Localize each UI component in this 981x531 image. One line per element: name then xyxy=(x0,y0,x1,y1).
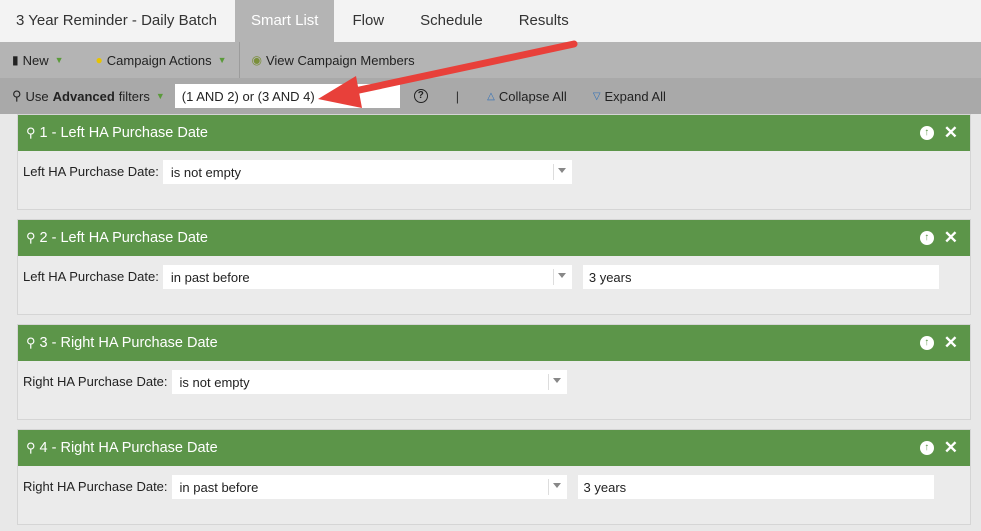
filter-title: 1 - Left HA Purchase Date xyxy=(39,125,208,141)
collapse-label: Collapse All xyxy=(498,88,567,104)
wrench-icon: ⚲ xyxy=(26,335,36,350)
filter-body: Right HA Purchase Date: in past before 3… xyxy=(18,466,970,524)
filter-field-label: Left HA Purchase Date: xyxy=(23,269,159,284)
expand-icon: ▽ xyxy=(592,90,601,102)
move-up-icon[interactable]: ↑ xyxy=(919,441,934,455)
filter-title: 4 - Right HA Purchase Date xyxy=(39,440,218,456)
filter-body: Right HA Purchase Date: is not empty xyxy=(18,361,970,419)
filter-value-input[interactable]: 3 years xyxy=(577,475,934,499)
tab-label: Flow xyxy=(352,12,385,29)
select-divider xyxy=(552,164,554,180)
select-divider xyxy=(547,479,549,495)
filter-field-label: Right HA Purchase Date: xyxy=(23,479,168,494)
chevron-down-icon xyxy=(552,483,561,488)
new-label: New xyxy=(22,52,49,68)
filter-title: 2 - Left HA Purchase Date xyxy=(39,230,208,246)
wrench-icon: ⚲ xyxy=(12,88,22,103)
tab-label: 3 Year Reminder - Daily Batch xyxy=(16,12,217,29)
tab-label: Smart List xyxy=(250,12,319,29)
tab-label: Schedule xyxy=(420,12,483,29)
close-icon[interactable]: ✕ xyxy=(944,439,958,456)
advanced-filters-toggle[interactable]: ⚲ Use Advanced filters ▼ xyxy=(12,88,165,104)
campaign-actions-label: Campaign Actions xyxy=(106,52,212,68)
filter-field-label: Left HA Purchase Date: xyxy=(23,164,159,179)
tab-bar: 3 Year Reminder - Daily Batch Smart List… xyxy=(0,0,981,42)
help-icon[interactable]: ? xyxy=(413,89,428,103)
advanced-label: Advanced xyxy=(52,88,115,104)
wrench-icon: ⚲ xyxy=(26,440,36,455)
filter-value: 3 years xyxy=(588,269,632,285)
filter-header[interactable]: ⚲ 3 - Right HA Purchase Date ↑ ✕ xyxy=(18,325,970,361)
chevron-down-icon: ▼ xyxy=(155,91,165,101)
filter-bar: ⚲ Use Advanced filters ▼ ? | △ Collapse … xyxy=(0,78,981,114)
operator-select[interactable]: is not empty xyxy=(171,370,567,394)
chevron-down-icon xyxy=(552,378,561,383)
select-divider xyxy=(547,374,549,390)
view-members-label: View Campaign Members xyxy=(265,52,415,68)
view-campaign-members-button[interactable]: ◉ View Campaign Members xyxy=(240,42,427,78)
new-button[interactable]: ▮ New ▼ xyxy=(0,42,76,78)
expand-label: Expand All xyxy=(604,88,666,104)
operator-value: in past before xyxy=(179,479,259,495)
tab-flow[interactable]: Flow xyxy=(334,0,402,42)
tab-results[interactable]: Results xyxy=(501,0,587,42)
chevron-down-icon xyxy=(557,168,566,173)
filter-value-input[interactable]: 3 years xyxy=(582,265,939,289)
tab-label: Results xyxy=(518,12,569,29)
filter-list: ⚲ 1 - Left HA Purchase Date ↑ ✕ Left HA … xyxy=(17,114,971,531)
tab-schedule[interactable]: Schedule xyxy=(402,0,501,42)
wrench-icon: ⚲ xyxy=(26,125,36,140)
collapse-icon: △ xyxy=(487,90,495,102)
operator-select[interactable]: in past before xyxy=(162,265,572,289)
operator-select[interactable]: is not empty xyxy=(162,160,572,184)
select-divider xyxy=(552,269,554,285)
filter-value: 3 years xyxy=(583,479,627,495)
operator-value: is not empty xyxy=(179,374,250,390)
filter-title: 3 - Right HA Purchase Date xyxy=(39,335,218,351)
use-label: Use xyxy=(25,88,49,104)
move-up-icon[interactable]: ↑ xyxy=(919,126,934,140)
filter-card: ⚲ 1 - Left HA Purchase Date ↑ ✕ Left HA … xyxy=(17,114,971,210)
close-icon[interactable]: ✕ xyxy=(944,124,958,141)
divider: | xyxy=(455,88,460,104)
close-icon[interactable]: ✕ xyxy=(944,334,958,351)
tab-campaign-name[interactable]: 3 Year Reminder - Daily Batch xyxy=(0,0,235,42)
chevron-down-icon xyxy=(557,273,566,278)
chevron-down-icon: ▼ xyxy=(217,55,227,65)
move-up-icon[interactable]: ↑ xyxy=(919,231,934,245)
operator-value: is not empty xyxy=(170,164,241,180)
filter-logic-input[interactable] xyxy=(174,84,400,108)
expand-all-button[interactable]: ▽ Expand All xyxy=(593,89,666,104)
chevron-down-icon: ▼ xyxy=(54,55,64,65)
filters-label: filters xyxy=(118,88,150,104)
close-icon[interactable]: ✕ xyxy=(944,229,958,246)
wrench-icon: ⚲ xyxy=(26,230,36,245)
filter-header[interactable]: ⚲ 4 - Right HA Purchase Date ↑ ✕ xyxy=(18,430,970,466)
filter-card: ⚲ 3 - Right HA Purchase Date ↑ ✕ Right H… xyxy=(17,324,971,420)
members-icon: ◉ xyxy=(251,53,262,67)
filter-header[interactable]: ⚲ 1 - Left HA Purchase Date ↑ ✕ xyxy=(18,115,970,151)
filter-header[interactable]: ⚲ 2 - Left HA Purchase Date ↑ ✕ xyxy=(18,220,970,256)
move-up-icon[interactable]: ↑ xyxy=(919,336,934,350)
toolbar: ▮ New ▼ ● Campaign Actions ▼ ◉ View Camp… xyxy=(0,42,981,78)
lightbulb-icon: ● xyxy=(95,53,103,67)
filter-card: ⚲ 2 - Left HA Purchase Date ↑ ✕ Left HA … xyxy=(17,219,971,315)
filter-field-label: Right HA Purchase Date: xyxy=(23,374,168,389)
campaign-actions-button[interactable]: ● Campaign Actions ▼ xyxy=(76,42,239,78)
collapse-all-button[interactable]: △ Collapse All xyxy=(487,89,567,104)
filter-body: Left HA Purchase Date: is not empty xyxy=(18,151,970,209)
filter-body: Left HA Purchase Date: in past before 3 … xyxy=(18,256,970,314)
tab-smart-list[interactable]: Smart List xyxy=(234,0,335,42)
operator-value: in past before xyxy=(170,269,250,285)
new-icon: ▮ xyxy=(12,53,19,67)
filter-card: ⚲ 4 - Right HA Purchase Date ↑ ✕ Right H… xyxy=(17,429,971,525)
operator-select[interactable]: in past before xyxy=(171,475,567,499)
